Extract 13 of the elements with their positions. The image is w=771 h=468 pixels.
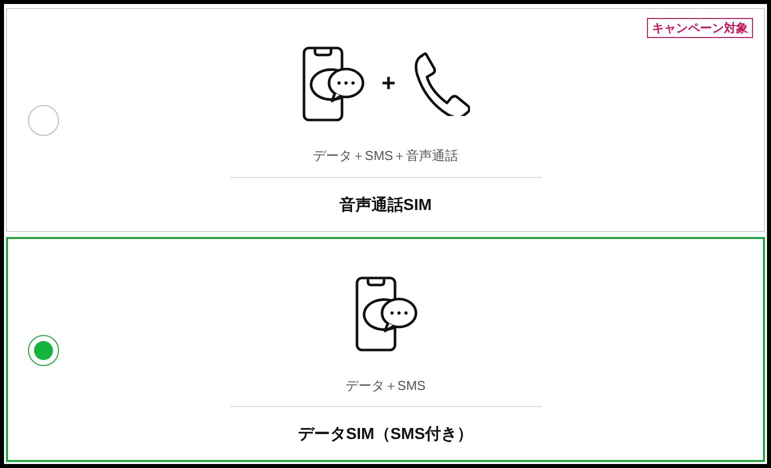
- phone-handset-icon: [412, 52, 470, 116]
- plan-description: データ＋SMS＋音声通話: [312, 147, 458, 165]
- phone-chat-icon: [354, 276, 418, 352]
- plan-title: データSIM（SMS付き）: [298, 425, 474, 445]
- plan-option-card[interactable]: データ＋SMS データSIM（SMS付き）: [6, 236, 765, 462]
- campaign-badge: キャンペーン対象: [647, 18, 753, 38]
- plan-description: データ＋SMS: [345, 376, 426, 394]
- plus-sign: +: [381, 72, 396, 96]
- radio-button[interactable]: [28, 105, 59, 136]
- radio-button[interactable]: [28, 334, 59, 366]
- phone-chat-icon: [301, 46, 366, 122]
- plan-title: 音声通話SIM: [339, 195, 432, 216]
- plan-option-card[interactable]: キャンペーン対象 + データ＋SMS＋音声通話 音声通話SIM: [6, 8, 765, 232]
